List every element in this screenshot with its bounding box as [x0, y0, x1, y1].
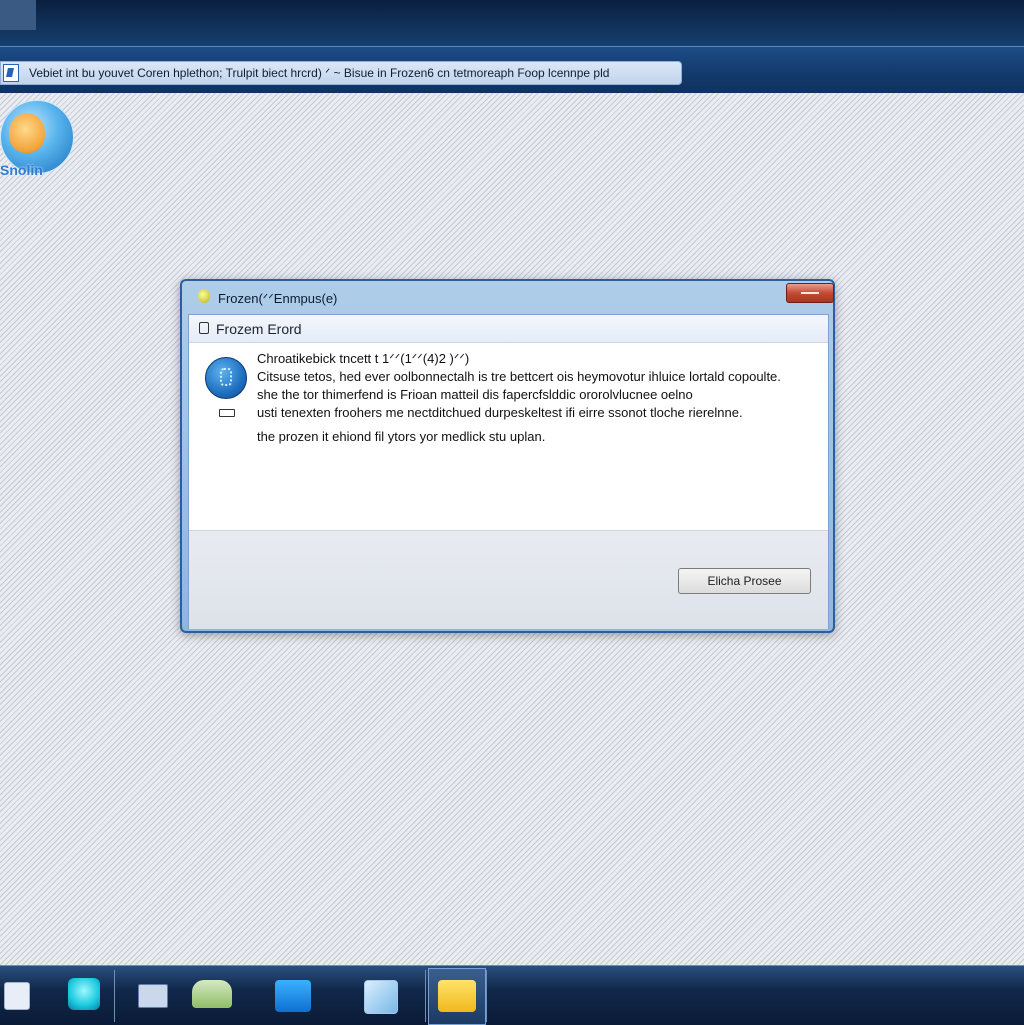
message-line-2: Citsuse tetos, hed ever oolbonnectalh is… — [257, 369, 781, 384]
error-dialog: Frozen(ᐟᐟEnmpus(e) Frozem Erord Chroatik… — [180, 279, 835, 633]
shield-app-icon[interactable] — [68, 978, 100, 1010]
screen-top-band — [0, 0, 1024, 46]
dialog-footer: Elicha Prosee — [189, 530, 828, 629]
taskbar-separator — [486, 970, 487, 1022]
window-title-bar: Vebiet int bu youvet Coren hplethon; Tru… — [0, 46, 1024, 94]
taskbar-separator — [114, 970, 115, 1022]
message-line-5: the prozen it ehiond fil ytors yor medli… — [257, 429, 546, 444]
dialog-header: Frozem Erord — [189, 315, 828, 343]
header-icon — [199, 322, 209, 334]
start-icon[interactable] — [4, 982, 30, 1010]
dialog-title: Frozen(ᐟᐟEnmpus(e) — [218, 291, 338, 306]
taskbar — [0, 965, 1024, 1025]
folder-yellow-icon — [438, 980, 476, 1012]
dialog-body: Frozem Erord Chroatikebick tncett t 1ᐟᐟ(… — [188, 314, 829, 629]
message-line-4: usti tenexten froohers me nectditchued d… — [257, 405, 743, 420]
window-title: Vebiet int bu youvet Coren hplethon; Tru… — [29, 66, 610, 80]
top-left-corner — [0, 0, 36, 30]
document-icon — [3, 64, 19, 82]
message-line-3: she the tor thimerfend is Frioan matteil… — [257, 387, 693, 402]
dialog-header-text: Frozem Erord — [216, 321, 302, 337]
action-button[interactable]: Elicha Prosee — [678, 568, 811, 594]
desktop-icon-label: Snolin — [0, 162, 43, 178]
window-app-icon[interactable] — [138, 984, 168, 1008]
blue-app-icon[interactable] — [275, 980, 311, 1012]
network-app-icon[interactable] — [364, 980, 398, 1014]
message-line-1: Chroatikebick tncett t 1ᐟᐟ(1ᐟᐟ(4)2 )ᐟᐟ) — [257, 351, 470, 366]
close-button[interactable] — [786, 283, 834, 303]
chip-icon — [219, 409, 235, 417]
folder-app-icon[interactable] — [192, 980, 232, 1008]
taskbar-separator — [425, 970, 426, 1022]
window-title-pill[interactable]: Vebiet int bu youvet Coren hplethon; Tru… — [0, 61, 682, 85]
app-icon — [198, 289, 210, 303]
info-icon — [205, 357, 247, 399]
desktop-icon-snolin[interactable]: Snolin — [0, 100, 92, 182]
